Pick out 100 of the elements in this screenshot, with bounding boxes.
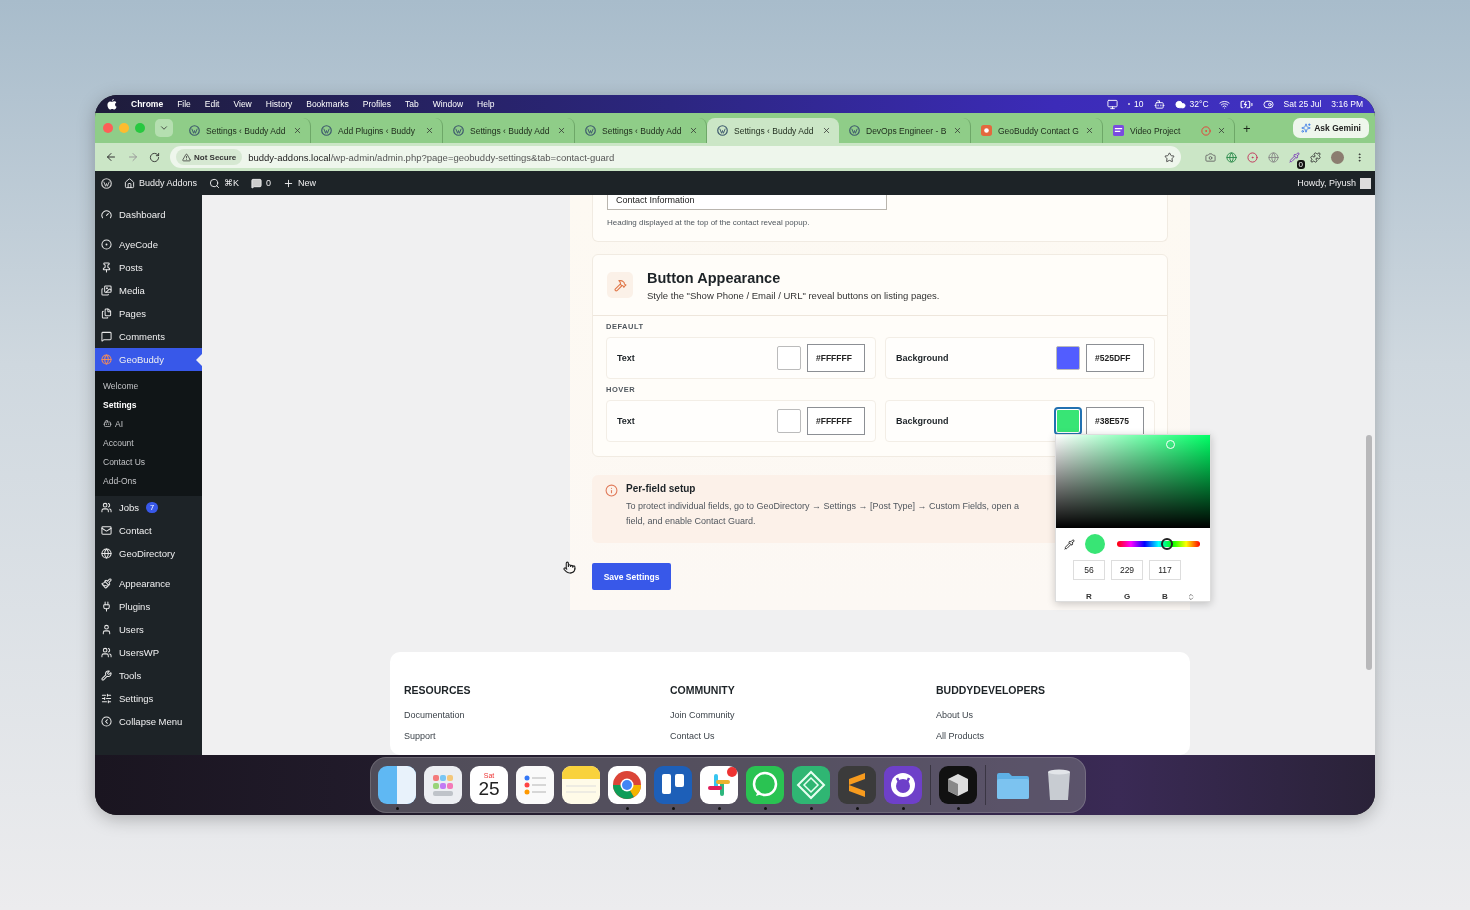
menu-item[interactable]: Bookmarks xyxy=(306,99,349,109)
star-icon[interactable] xyxy=(1164,151,1175,163)
profile-avatar[interactable] xyxy=(1331,150,1344,164)
browser-tab[interactable]: Settings ‹ Buddy Add xyxy=(707,118,839,143)
comments-link[interactable]: 0 xyxy=(251,177,272,189)
chat-bubble-icon[interactable] xyxy=(746,765,784,804)
sidebar-item[interactable]: Comments xyxy=(95,325,202,348)
sidebar-item[interactable]: Plugins xyxy=(95,595,202,618)
submenu-item[interactable]: Add-Ons xyxy=(95,471,202,490)
split-square-icon[interactable] xyxy=(378,765,416,804)
menu-item[interactable]: Profiles xyxy=(362,99,392,109)
menubar-date[interactable]: Sat 25 Jul xyxy=(1283,99,1322,109)
sidebar-item[interactable]: GeoBuddy xyxy=(95,348,202,371)
footer-link[interactable]: Documentation xyxy=(404,710,670,720)
extensions-icon[interactable] xyxy=(1310,151,1321,163)
hex-input[interactable]: #FFFFFF xyxy=(807,407,865,435)
submenu-item[interactable]: Account xyxy=(95,433,202,452)
menu-item[interactable]: Edit xyxy=(204,99,220,109)
submenu-item[interactable]: AI xyxy=(95,414,202,433)
sidebar-item[interactable]: Collapse Menu xyxy=(95,710,202,733)
menu-item[interactable]: View xyxy=(233,99,252,109)
app-menu[interactable]: Chrome xyxy=(131,99,164,109)
footer-link[interactable]: Contact Us xyxy=(670,731,936,741)
browser-ring-icon[interactable] xyxy=(608,765,646,804)
notepad-icon[interactable] xyxy=(562,765,600,804)
close-icon[interactable] xyxy=(1085,126,1094,135)
footer-link[interactable]: Support xyxy=(404,731,670,741)
new-link[interactable]: New xyxy=(283,177,317,189)
account-menu[interactable]: Howdy, Piyush xyxy=(1297,177,1371,189)
color-swatch[interactable] xyxy=(777,409,801,433)
sidebar-item[interactable]: Dashboard xyxy=(95,203,202,226)
channel-input[interactable]: 117 xyxy=(1149,560,1181,580)
save-settings-button[interactable]: Save Settings xyxy=(592,563,671,590)
submenu-item[interactable]: Settings xyxy=(95,395,202,414)
menu-item[interactable]: Window xyxy=(432,99,464,109)
sidebar-item[interactable]: Users xyxy=(95,618,202,641)
camera-icon[interactable] xyxy=(1205,151,1216,163)
zigzag-icon[interactable] xyxy=(838,765,876,804)
circle-icon[interactable] xyxy=(1247,151,1258,163)
menubar-time[interactable]: 3:16 PM xyxy=(1331,99,1363,109)
robot-icon[interactable] xyxy=(1153,98,1165,110)
round-emblem-icon[interactable] xyxy=(884,765,922,804)
sidebar-item[interactable]: Tools xyxy=(95,664,202,687)
heading-input[interactable]: Contact Information xyxy=(607,195,887,210)
hash-icon[interactable] xyxy=(700,765,738,804)
sidebar-item[interactable]: Settings xyxy=(95,687,202,710)
sidebar-item[interactable]: Contact xyxy=(95,519,202,542)
sidebar-item[interactable]: GeoDirectory xyxy=(95,542,202,565)
app-grid-icon[interactable] xyxy=(424,765,462,804)
hex-input[interactable]: #38E575 xyxy=(1086,407,1144,435)
sidebar-item[interactable]: Posts xyxy=(95,256,202,279)
close-icon[interactable] xyxy=(425,126,434,135)
scrollbar-thumb[interactable] xyxy=(1366,435,1372,670)
hex-input[interactable]: #525DFF xyxy=(1086,344,1144,372)
close-icon[interactable] xyxy=(557,126,566,135)
close-icon[interactable] xyxy=(953,126,962,135)
submenu-item[interactable]: Welcome xyxy=(95,376,202,395)
menu-item[interactable]: History xyxy=(265,99,293,109)
new-tab-button[interactable]: + xyxy=(1235,120,1259,136)
ask-gemini-button[interactable]: Ask Gemini xyxy=(1293,118,1369,138)
close-icon[interactable] xyxy=(689,126,698,135)
pipette-icon[interactable] xyxy=(1289,151,1300,163)
toggle-icon[interactable] xyxy=(1262,98,1274,110)
globe-icon[interactable] xyxy=(1268,151,1279,163)
monitor-icon[interactable] xyxy=(1107,98,1119,110)
eyedropper-icon[interactable] xyxy=(1064,538,1075,550)
reload-icon[interactable] xyxy=(149,151,160,163)
sidebar-item[interactable]: Appearance xyxy=(95,572,202,595)
saturation-area[interactable] xyxy=(1056,435,1210,528)
menu-item[interactable]: Help xyxy=(477,99,495,109)
footer-link[interactable]: About Us xyxy=(936,710,1190,720)
globe-icon[interactable] xyxy=(1226,151,1237,163)
hue-slider[interactable] xyxy=(1117,541,1200,547)
close-icon[interactable] xyxy=(822,126,831,135)
search-shortcut[interactable]: ⌘K xyxy=(209,177,240,189)
close-icon[interactable] xyxy=(293,126,302,135)
channel-input[interactable]: 56 xyxy=(1073,560,1105,580)
sidebar-item[interactable]: Pages xyxy=(95,302,202,325)
site-link[interactable]: Buddy Addons xyxy=(124,177,198,189)
wordpress-logo-icon[interactable] xyxy=(101,177,112,189)
wifi-icon[interactable] xyxy=(1218,98,1230,110)
close-icon[interactable] xyxy=(1217,126,1226,135)
apple-logo-icon[interactable] xyxy=(107,98,117,110)
address-bar[interactable]: Not Secure buddy-addons.local/wp-admin/admin.php?page=geobuddy-settings&tab=contact-guard xyxy=(170,146,1181,168)
footer-link[interactable]: All Products xyxy=(936,731,1190,741)
sidebar-item[interactable]: Media xyxy=(95,279,202,302)
menu-item[interactable]: Tab xyxy=(405,99,419,109)
sidebar-item[interactable]: AyeCode xyxy=(95,233,202,256)
security-chip[interactable]: Not Secure xyxy=(176,149,243,165)
hue-thumb[interactable] xyxy=(1160,538,1173,550)
checklist-icon[interactable] xyxy=(516,765,554,804)
color-swatch[interactable] xyxy=(777,346,801,370)
cloud-icon[interactable] xyxy=(1174,98,1186,110)
footer-link[interactable]: Join Community xyxy=(670,710,936,720)
color-swatch[interactable] xyxy=(1056,346,1080,370)
menu-item[interactable]: File xyxy=(177,99,191,109)
sidebar-item[interactable]: UsersWP xyxy=(95,641,202,664)
channel-input[interactable]: 229 xyxy=(1111,560,1143,580)
board-icon[interactable] xyxy=(654,765,692,804)
back-icon[interactable] xyxy=(105,151,117,163)
